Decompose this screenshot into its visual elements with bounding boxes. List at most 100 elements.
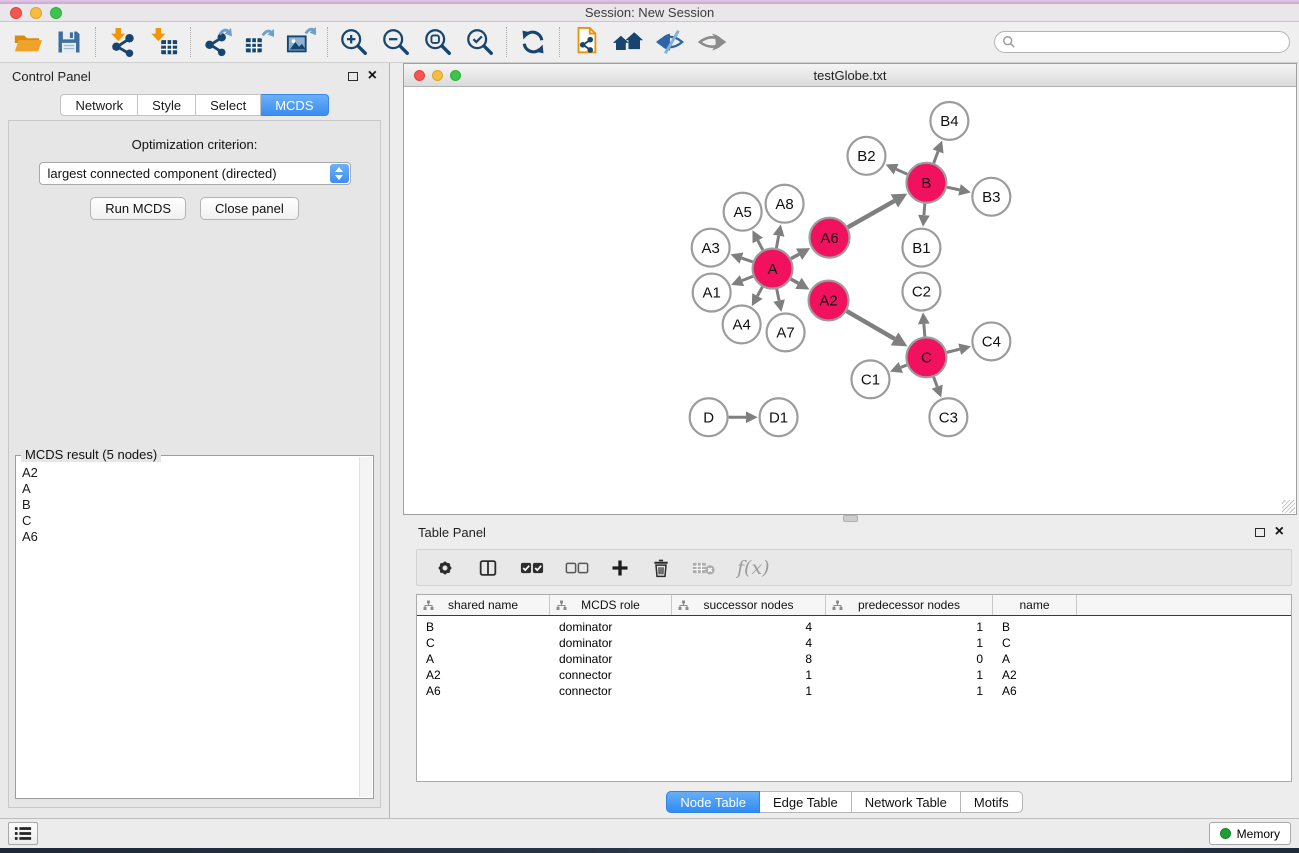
table-header-cell[interactable]: name (993, 595, 1077, 615)
table-row[interactable]: Cdominator41C (417, 635, 1291, 651)
close-panel-icon[interactable]: × (368, 70, 377, 82)
graph-node[interactable]: C1 (851, 360, 889, 398)
table-header-cell[interactable]: predecessor nodes (826, 595, 993, 615)
close-window-button[interactable] (10, 7, 22, 19)
home-button[interactable] (607, 24, 649, 60)
graph-node[interactable]: C3 (929, 398, 967, 436)
table-cell[interactable]: C (993, 636, 1077, 650)
save-session-button[interactable] (48, 24, 90, 60)
open-session-button[interactable] (6, 24, 48, 60)
show-column-button[interactable] (477, 557, 499, 579)
settings-gear-button[interactable] (434, 557, 456, 579)
table-cell[interactable]: dominator (550, 652, 672, 666)
tab-network-table[interactable]: Network Table (852, 791, 961, 813)
zoom-fit-button[interactable] (417, 24, 459, 60)
import-table-button[interactable] (143, 24, 185, 60)
minimize-network-button[interactable] (432, 70, 443, 81)
table-row[interactable]: Adominator80A (417, 651, 1291, 667)
graph-node[interactable]: B4 (930, 102, 968, 140)
memory-button[interactable]: Memory (1209, 822, 1291, 845)
graph-node[interactable]: C4 (972, 322, 1010, 360)
select-all-button[interactable] (520, 561, 544, 575)
graph-edge[interactable] (773, 224, 785, 248)
table-cell[interactable]: 1 (826, 684, 993, 698)
close-table-panel-icon[interactable]: × (1275, 526, 1284, 538)
refresh-button[interactable] (512, 24, 554, 60)
graph-node[interactable]: A4 (723, 305, 761, 343)
table-cell[interactable]: dominator (550, 636, 672, 650)
table-cell[interactable]: 1 (672, 684, 826, 698)
close-network-button[interactable] (414, 70, 425, 81)
zoom-in-button[interactable] (333, 24, 375, 60)
graph-node[interactable]: A7 (767, 313, 805, 351)
tab-mcds[interactable]: MCDS (261, 94, 328, 116)
table-cell[interactable]: dominator (550, 620, 672, 634)
network-window-titlebar[interactable]: testGlobe.txt (404, 64, 1296, 87)
minimize-window-button[interactable] (30, 7, 42, 19)
delete-table-button[interactable] (692, 560, 716, 576)
graph-edge[interactable] (848, 194, 908, 228)
table-cell[interactable]: 4 (672, 620, 826, 634)
graph-edge[interactable] (947, 184, 971, 196)
tab-edge-table[interactable]: Edge Table (760, 791, 852, 813)
close-panel-button[interactable]: Close panel (200, 197, 299, 220)
graph-node[interactable]: A (753, 249, 793, 289)
graph-edge[interactable] (791, 248, 810, 260)
zoom-window-button[interactable] (50, 7, 62, 19)
mcds-result-item[interactable]: B (17, 497, 358, 513)
resize-grip-icon[interactable] (1282, 500, 1295, 513)
graph-edge[interactable] (752, 230, 763, 250)
graph-edge[interactable] (933, 141, 944, 164)
table-cell[interactable]: 1 (672, 668, 826, 682)
float-panel-icon[interactable] (348, 72, 358, 81)
graph-node[interactable]: D (690, 398, 728, 436)
table-cell[interactable]: 1 (826, 636, 993, 650)
table-cell[interactable]: A (417, 652, 550, 666)
float-table-panel-icon[interactable] (1255, 528, 1265, 537)
table-cell[interactable]: A6 (417, 684, 550, 698)
export-table-button[interactable] (238, 24, 280, 60)
task-history-button[interactable] (8, 822, 38, 845)
table-cell[interactable]: B (417, 620, 550, 634)
graph-node[interactable]: A6 (810, 218, 850, 258)
table-row[interactable]: A2connector11A2 (417, 667, 1291, 683)
tab-node-table[interactable]: Node Table (666, 791, 760, 813)
graph-node[interactable]: B (906, 163, 946, 203)
table-cell[interactable]: A2 (993, 668, 1077, 682)
table-cell[interactable]: 4 (672, 636, 826, 650)
table-cell[interactable]: A2 (417, 668, 550, 682)
table-cell[interactable]: 1 (826, 620, 993, 634)
deselect-all-button[interactable] (565, 561, 589, 575)
graph-edge[interactable] (932, 377, 943, 398)
graph-edge[interactable] (791, 278, 810, 290)
table-cell[interactable]: A (993, 652, 1077, 666)
list-scrollbar[interactable] (359, 457, 372, 797)
graph-edge[interactable] (752, 287, 763, 306)
node-table[interactable]: shared nameMCDS rolesuccessor nodesprede… (416, 594, 1292, 782)
graph-edge[interactable] (731, 275, 753, 286)
graph-edge[interactable] (947, 343, 971, 354)
graph-node[interactable]: B3 (972, 178, 1010, 216)
tab-network[interactable]: Network (60, 94, 138, 116)
graph-edge[interactable] (918, 312, 930, 336)
graph-node[interactable]: C (906, 337, 946, 377)
graph-node[interactable]: B2 (848, 137, 886, 175)
graph-node[interactable]: C2 (902, 273, 940, 311)
show-all-button[interactable] (691, 24, 733, 60)
select-stepper[interactable] (330, 164, 349, 183)
zoom-selected-button[interactable] (459, 24, 501, 60)
tab-select[interactable]: Select (196, 94, 261, 116)
copy-network-view-button[interactable] (565, 24, 607, 60)
table-header-cell[interactable]: MCDS role (550, 595, 672, 615)
table-cell[interactable]: connector (550, 684, 672, 698)
table-cell[interactable]: 0 (826, 652, 993, 666)
mcds-result-item[interactable]: A2 (17, 465, 358, 481)
table-cell[interactable]: A6 (993, 684, 1077, 698)
network-canvas[interactable]: AA1A2A3A4A5A6A7A8BB1B2B3B4CC1C2C3C4DD1 (404, 88, 1296, 514)
graph-node[interactable]: A8 (766, 185, 804, 223)
tab-motifs[interactable]: Motifs (961, 791, 1023, 813)
graph-edge[interactable] (918, 204, 930, 227)
zoom-network-button[interactable] (450, 70, 461, 81)
zoom-out-button[interactable] (375, 24, 417, 60)
graph-node[interactable]: A2 (809, 281, 849, 321)
